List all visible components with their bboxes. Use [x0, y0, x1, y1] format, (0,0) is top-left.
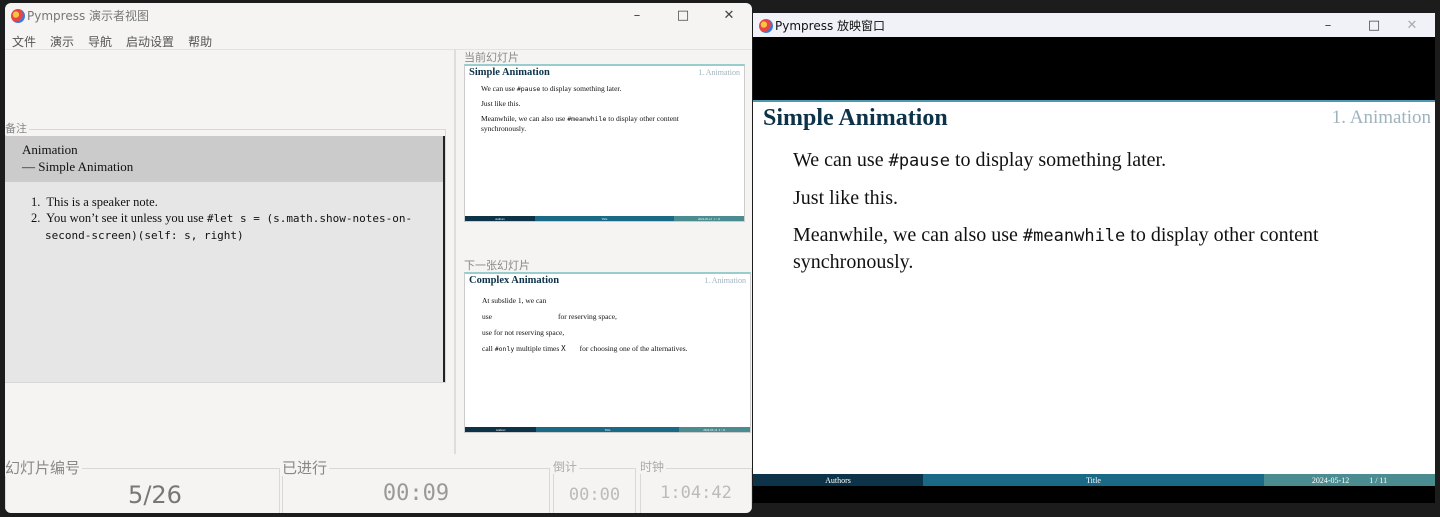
menu-presentation[interactable]: 演示 [43, 28, 81, 49]
notes-section: Animation [22, 142, 78, 157]
footer-date-page: 2024-05-12 1 / 11 [1264, 474, 1435, 486]
slide-title: Simple Animation [763, 105, 948, 131]
note-item: 1. This is a speaker note. [31, 195, 158, 209]
elapsed-label: 已进行 [282, 459, 330, 477]
slide-line: Just like this. [481, 99, 521, 108]
countdown-label: 倒计 [553, 460, 580, 474]
slide-title: Simple Animation [469, 67, 550, 78]
slide-line: synchronously. [793, 251, 914, 273]
slide-line: synchronously. [481, 124, 527, 133]
close-button[interactable]: ✕ [1389, 13, 1435, 38]
menu-help[interactable]: 帮助 [181, 28, 219, 49]
slide-footer: Authors Title 2024-05-12 1 / 11 [753, 474, 1435, 486]
menu-bar: 文件 演示 导航 启动设置 帮助 [5, 28, 752, 50]
minimize-button[interactable]: – [1305, 13, 1351, 38]
slide-section: 1. Animation [1331, 107, 1431, 128]
clock-label: 时钟 [640, 460, 667, 474]
countdown-value[interactable]: 00:00 [553, 485, 636, 505]
projector-window: Pympress 放映窗口 – □ ✕ Simple Animation 1. … [753, 13, 1435, 503]
slide-line: Meanwhile, we can also use #meanwhile to… [481, 114, 679, 123]
slide-line: We can use #pause to display something l… [481, 84, 622, 93]
menu-file[interactable]: 文件 [5, 28, 43, 49]
slide-title: Complex Animation [469, 275, 560, 286]
notes-panel: Animation — Simple Animation 1. This is … [5, 136, 445, 382]
slide-line: At subslide 1, we can [482, 296, 547, 305]
projector-title-bar: Pympress 放映窗口 – □ ✕ [753, 13, 1435, 37]
current-slide-preview[interactable]: Simple Animation 1. Animation We can use… [464, 64, 745, 222]
maximize-button[interactable]: □ [660, 3, 706, 28]
next-slide-preview[interactable]: Complex Animation 1. Animation At subsli… [464, 272, 751, 433]
close-button[interactable]: ✕ [706, 3, 752, 28]
projector-window-title: Pympress 放映窗口 [775, 18, 886, 33]
title-bar: Pympress 演示者视图 – □ ✕ [5, 3, 752, 28]
elapsed-value[interactable]: 00:09 [282, 481, 550, 506]
clock-value: 1:04:42 [660, 483, 732, 503]
pane-divider[interactable] [454, 49, 456, 454]
minimize-button[interactable]: – [614, 3, 660, 28]
slide-number-value[interactable]: 5/26 [5, 481, 305, 509]
slide-footer: Authors Title 2024-05-12 1 / 11 [465, 216, 744, 221]
slide-line: use for reserving space, [482, 312, 617, 321]
current-slide-label: 当前幻灯片 [464, 51, 521, 64]
note-item: 2. You won’t see it unless you use #let … [31, 211, 413, 242]
next-slide-label: 下一张幻灯片 [464, 259, 532, 272]
notes-slide-title: — Simple Animation [22, 159, 134, 174]
slide-line: Meanwhile, we can also use #meanwhile to… [793, 224, 1319, 246]
menu-startup-settings[interactable]: 启动设置 [119, 28, 181, 49]
menu-navigation[interactable]: 导航 [81, 28, 119, 49]
slide-section: 1. Animation [698, 68, 740, 77]
notes-label: 备注 [5, 122, 29, 135]
slide-line: We can use #pause to display something l… [793, 149, 1167, 171]
slide-line: Just like this. [793, 187, 899, 209]
app-logo-icon [11, 9, 25, 23]
app-logo-icon [759, 19, 773, 33]
slide-section: 1. Animation [704, 276, 746, 285]
footer-authors: Authors [753, 474, 923, 486]
presenter-window: Pympress 演示者视图 – □ ✕ 文件 演示 导航 启动设置 帮助 备注… [5, 3, 752, 513]
projected-slide: Simple Animation 1. Animation We can use… [753, 100, 1435, 486]
slide-line: call #only multiple times Xfor choosing … [482, 344, 688, 353]
window-title: Pympress 演示者视图 [27, 9, 150, 23]
notes-header: Animation — Simple Animation [5, 136, 443, 182]
footer-title: Title [923, 474, 1264, 486]
slide-number-label: 幻灯片编号 [5, 459, 83, 477]
slide-line: use for not reserving space, [482, 328, 565, 337]
slide-footer: Authors Title 2024-05-12 2 / 11 [465, 427, 750, 432]
